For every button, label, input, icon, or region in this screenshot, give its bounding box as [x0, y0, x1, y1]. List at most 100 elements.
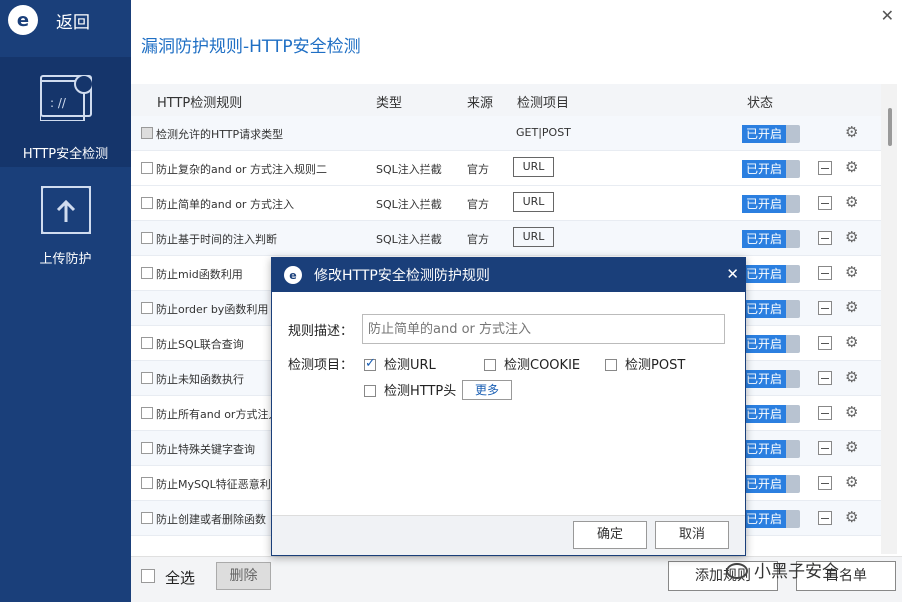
gear-icon[interactable]: ⚙: [845, 333, 858, 351]
gear-icon[interactable]: ⚙: [845, 508, 858, 526]
app-logo-icon: e: [284, 266, 302, 284]
sidebar-item-upload-protection[interactable]: 上传防护: [0, 168, 131, 278]
remove-button[interactable]: [818, 231, 832, 245]
dialog-title: 修改HTTP安全检测防护规则: [314, 268, 490, 284]
status-toggle[interactable]: 已开启: [742, 440, 800, 458]
gear-icon[interactable]: ⚙: [845, 473, 858, 491]
checkbox[interactable]: [364, 385, 376, 397]
gear-icon[interactable]: ⚙: [845, 158, 858, 176]
scrollbar[interactable]: [881, 84, 897, 554]
row-checkbox[interactable]: [141, 197, 153, 209]
status-toggle[interactable]: 已开启: [742, 370, 800, 388]
status-toggle[interactable]: 已开启: [742, 300, 800, 318]
delete-button[interactable]: 删除: [216, 562, 271, 590]
gear-icon[interactable]: ⚙: [845, 193, 858, 211]
table-row[interactable]: 防止简单的and or 方式注入 SQL注入拦截 官方 URL 已开启 ⚙: [131, 186, 881, 221]
upload-icon: [40, 186, 91, 234]
status-label: 已开启: [742, 230, 786, 248]
row-checkbox[interactable]: [141, 127, 153, 139]
page-title: 漏洞防护规则-HTTP安全检测: [141, 37, 361, 57]
gear-icon[interactable]: ⚙: [845, 403, 858, 421]
option-check-http-header[interactable]: 检测HTTP头: [364, 380, 456, 399]
select-all-checkbox[interactable]: [141, 569, 155, 583]
row-checkbox[interactable]: [141, 477, 153, 489]
status-label: 已开启: [742, 370, 786, 388]
cancel-button[interactable]: 取消: [655, 521, 729, 549]
check-items-label: 检测项目：: [288, 358, 354, 373]
rule-type: SQL注入拦截: [376, 198, 442, 211]
status-label: 已开启: [742, 160, 786, 178]
gear-icon[interactable]: ⚙: [845, 123, 858, 141]
row-checkbox[interactable]: [141, 267, 153, 279]
gear-icon[interactable]: ⚙: [845, 228, 858, 246]
dialog-footer: 确定 取消: [272, 515, 745, 555]
row-checkbox[interactable]: [141, 407, 153, 419]
close-icon[interactable]: ✕: [881, 6, 894, 25]
status-label: 已开启: [742, 335, 786, 353]
gear-icon[interactable]: ⚙: [845, 368, 858, 386]
option-check-url[interactable]: 检测URL: [364, 354, 436, 373]
rule-desc-input[interactable]: [362, 314, 725, 344]
status-toggle[interactable]: 已开启: [742, 405, 800, 423]
gear-icon[interactable]: ⚙: [845, 438, 858, 456]
scrollbar-thumb[interactable]: [888, 108, 892, 146]
footer-bar: 全选 删除 添加规则 白名单 小黑子安全: [131, 556, 902, 602]
row-checkbox[interactable]: [141, 162, 153, 174]
column-header-item: 检测项目: [517, 96, 570, 111]
rule-name: 防止MySQL特征恶意利: [156, 478, 271, 491]
rule-name: 防止SQL联合查询: [156, 338, 244, 351]
row-checkbox[interactable]: [141, 442, 153, 454]
row-checkbox[interactable]: [141, 232, 153, 244]
status-label: 已开启: [742, 125, 786, 143]
remove-button[interactable]: [818, 441, 832, 455]
remove-button[interactable]: [818, 511, 832, 525]
remove-button[interactable]: [818, 336, 832, 350]
checkbox[interactable]: [605, 359, 617, 371]
dialog-body: 规则描述： 检测项目： 检测URL 检测COOKIE 检测POST 检测HTTP…: [272, 292, 745, 517]
option-label: 检测COOKIE: [504, 358, 581, 373]
svg-text:: //: : //: [50, 96, 67, 110]
row-checkbox[interactable]: [141, 512, 153, 524]
rule-name: 防止未知函数执行: [156, 373, 244, 386]
status-toggle[interactable]: 已开启: [742, 475, 800, 493]
more-button[interactable]: 更多: [462, 380, 512, 400]
ok-button[interactable]: 确定: [573, 521, 647, 549]
option-label: 检测URL: [384, 358, 436, 373]
table-row[interactable]: 防止复杂的and or 方式注入规则二 SQL注入拦截 官方 URL 已开启 ⚙: [131, 151, 881, 186]
remove-button[interactable]: [818, 371, 832, 385]
gear-icon[interactable]: ⚙: [845, 298, 858, 316]
table-row[interactable]: 检测允许的HTTP请求类型 GET|POST 已开启 ⚙: [131, 116, 881, 151]
close-icon[interactable]: ✕: [726, 265, 739, 283]
row-checkbox[interactable]: [141, 337, 153, 349]
checkbox[interactable]: [364, 356, 376, 371]
sidebar-item-label: HTTP安全检测: [22, 147, 109, 162]
table-row[interactable]: 防止基于时间的注入判断 SQL注入拦截 官方 URL 已开启 ⚙: [131, 221, 881, 256]
status-toggle[interactable]: 已开启: [742, 335, 800, 353]
table-header: HTTP检测规则 类型 来源 检测项目 状态: [131, 84, 881, 116]
rule-desc-label: 规则描述：: [288, 324, 354, 339]
status-toggle[interactable]: 已开启: [742, 125, 800, 143]
status-toggle[interactable]: 已开启: [742, 265, 800, 283]
watermark: 小黑子安全: [726, 557, 839, 582]
status-toggle[interactable]: 已开启: [742, 510, 800, 528]
row-checkbox[interactable]: [141, 302, 153, 314]
option-check-post[interactable]: 检测POST: [605, 354, 685, 373]
status-toggle[interactable]: 已开启: [742, 195, 800, 213]
remove-button[interactable]: [818, 301, 832, 315]
rule-item-badge: URL: [513, 157, 554, 177]
gear-icon[interactable]: ⚙: [845, 263, 858, 281]
column-header-type: 类型: [376, 96, 403, 111]
back-button[interactable]: e 返回: [0, 0, 131, 40]
option-check-cookie[interactable]: 检测COOKIE: [484, 354, 580, 373]
rule-source: 官方: [467, 198, 489, 211]
sidebar-item-http-security[interactable]: : // HTTP安全检测: [0, 57, 131, 167]
row-checkbox[interactable]: [141, 372, 153, 384]
status-toggle[interactable]: 已开启: [742, 230, 800, 248]
remove-button[interactable]: [818, 161, 832, 175]
checkbox[interactable]: [484, 359, 496, 371]
remove-button[interactable]: [818, 406, 832, 420]
remove-button[interactable]: [818, 476, 832, 490]
remove-button[interactable]: [818, 196, 832, 210]
remove-button[interactable]: [818, 266, 832, 280]
status-toggle[interactable]: 已开启: [742, 160, 800, 178]
